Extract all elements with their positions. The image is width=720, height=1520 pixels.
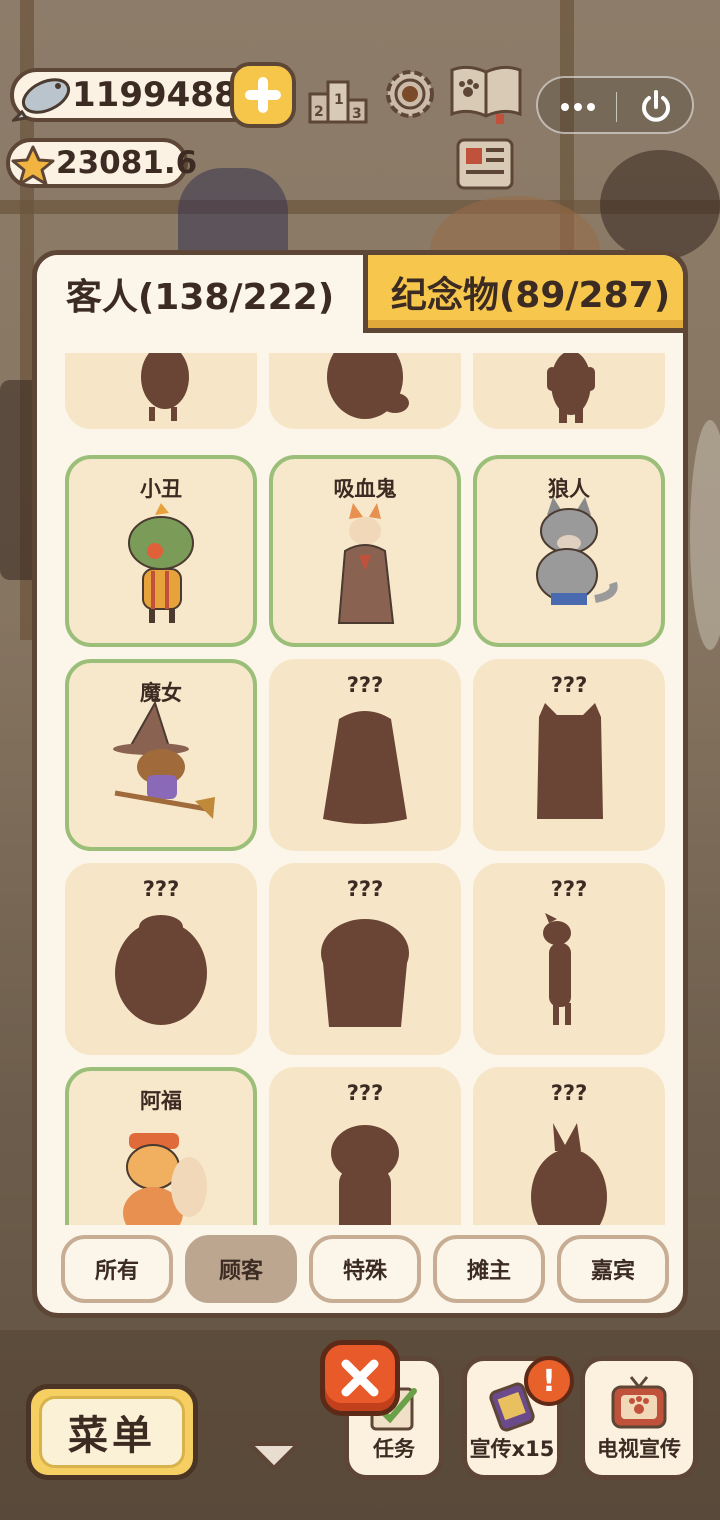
tv-promo-label: 电视宣传 xyxy=(597,1437,681,1461)
filter-guest-star-button[interactable]: 嘉宾 xyxy=(557,1235,669,1303)
werewolf-icon xyxy=(536,497,618,605)
witch-on-broom-icon xyxy=(113,700,215,819)
svg-text:2: 2 xyxy=(314,104,324,120)
paw-book-icon[interactable] xyxy=(448,62,524,124)
promo-label: 宣传x15 xyxy=(469,1437,555,1461)
filter-label: 特殊 xyxy=(342,1259,387,1284)
svg-text:1: 1 xyxy=(334,92,344,108)
miniprogram-capsule xyxy=(536,76,694,134)
filter-customer-button[interactable]: 顾客 xyxy=(185,1235,297,1303)
alert-symbol: ! xyxy=(542,1363,556,1399)
filter-label: 摊主 xyxy=(466,1259,511,1284)
filter-bar: 所有 顾客 特殊 摊主 嘉宾 xyxy=(61,1235,673,1307)
silhouette-bird-icon xyxy=(141,353,189,421)
guest-card-locked[interactable]: ??? xyxy=(65,863,257,1055)
filter-label: 嘉宾 xyxy=(590,1259,635,1284)
task-label: 任务 xyxy=(373,1437,415,1461)
silhouette-round-icon xyxy=(115,915,207,1025)
tab-souvenirs-label: 纪念物(89/287) xyxy=(390,274,671,316)
chevron-down-icon[interactable] xyxy=(244,1436,304,1476)
silhouette-rabbit-icon xyxy=(531,1123,607,1225)
guest-grid[interactable]: 小丑 吸血鬼 狼人 魔女 ??? ??? ??? ??? ??? 阿福 ??? … xyxy=(61,353,665,1225)
star-amount: 23081.6 xyxy=(56,145,198,181)
silhouette-dog-icon xyxy=(543,913,571,1025)
tab-guests-label: 客人(138/222) xyxy=(65,277,335,318)
tab-guests[interactable]: 客人(138/222) xyxy=(37,255,363,333)
filter-all-button[interactable]: 所有 xyxy=(61,1235,173,1303)
afu-squirrel-icon xyxy=(123,1133,207,1225)
guest-card-locked[interactable]: ??? xyxy=(269,1067,461,1225)
ranking-icon[interactable]: 2 1 3 xyxy=(306,70,372,126)
filter-label: 顾客 xyxy=(218,1259,263,1284)
guest-card-locked[interactable]: ??? xyxy=(269,659,461,851)
guest-card-werewolf[interactable]: 狼人 xyxy=(473,455,665,647)
news-card-icon[interactable] xyxy=(454,136,516,194)
silhouette-cat-icon xyxy=(537,703,603,819)
settings-gear-icon[interactable] xyxy=(380,64,440,124)
guest-card-locked[interactable]: ??? xyxy=(473,863,665,1055)
filter-vendor-button[interactable]: 摊主 xyxy=(433,1235,545,1303)
guest-card-locked[interactable] xyxy=(65,353,257,429)
add-currency-button[interactable] xyxy=(230,62,296,128)
star-currency-pill: 23081.6 xyxy=(6,138,197,188)
guest-card-locked[interactable] xyxy=(269,353,461,429)
alert-badge: ! xyxy=(524,1356,574,1406)
guest-card-vampire[interactable]: 吸血鬼 xyxy=(269,455,461,647)
more-dots-icon[interactable] xyxy=(556,89,600,125)
close-icon xyxy=(341,1359,379,1397)
guest-card-witch[interactable]: 魔女 xyxy=(65,659,257,851)
guest-card-locked[interactable]: ??? xyxy=(473,1067,665,1225)
fish-icon xyxy=(12,78,71,122)
tv-promo-button[interactable]: 电视宣传 xyxy=(580,1356,698,1480)
menu-label: 菜单 xyxy=(68,1413,156,1459)
guest-collection-panel: 客人(138/222) 纪念物(89/287) 小丑 吸血鬼 狼人 魔女 ???… xyxy=(32,250,688,1318)
guest-card-locked[interactable] xyxy=(473,353,665,429)
vampire-fox-icon xyxy=(337,503,395,624)
filter-special-button[interactable]: 特殊 xyxy=(309,1235,421,1303)
guest-card-locked[interactable]: ??? xyxy=(473,659,665,851)
silhouette-fluffy-icon xyxy=(321,919,409,1027)
power-icon[interactable] xyxy=(636,87,676,127)
guest-card-locked[interactable]: ??? xyxy=(269,863,461,1055)
tv-icon xyxy=(611,1376,667,1429)
plus-icon xyxy=(245,77,281,113)
silhouette-longhair-icon xyxy=(323,711,407,824)
star-icon xyxy=(11,145,55,186)
menu-button[interactable]: 菜单 xyxy=(26,1384,198,1480)
svg-text:3: 3 xyxy=(352,106,362,122)
silhouette-figure-icon xyxy=(547,353,595,423)
silhouette-bear-icon xyxy=(327,353,409,419)
filter-label: 所有 xyxy=(94,1259,139,1284)
guest-card-clown[interactable]: 小丑 xyxy=(65,455,257,647)
silhouette-kid-icon xyxy=(331,1125,399,1225)
clown-frog-icon xyxy=(128,503,194,623)
tab-souvenirs[interactable]: 纪念物(89/287) xyxy=(363,255,683,333)
close-panel-button[interactable] xyxy=(320,1340,400,1416)
guest-card-afu[interactable]: 阿福 xyxy=(65,1067,257,1225)
